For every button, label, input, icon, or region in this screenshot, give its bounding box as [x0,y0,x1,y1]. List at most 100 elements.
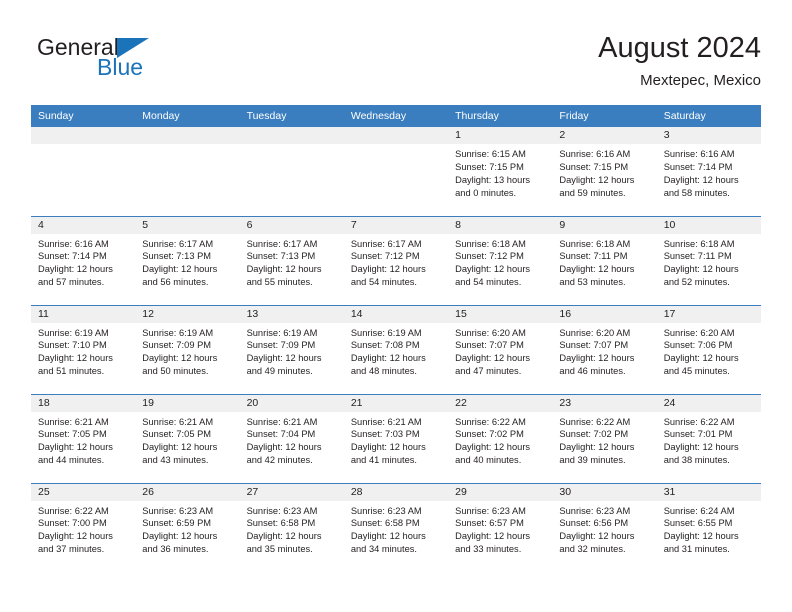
calendar-day-cell[interactable]: 6 Sunrise: 6:17 AM Sunset: 7:13 PM Dayli… [239,215,344,305]
daylight-text-line2: and 41 minutes. [350,455,417,466]
calendar-day-cell[interactable]: 2 Sunrise: 6:16 AM Sunset: 7:15 PM Dayli… [552,127,657,216]
daylight-text-line1: Daylight: 12 hours [142,264,218,275]
calendar-day-cell[interactable]: 20 Sunrise: 6:21 AM Sunset: 7:04 PM Dayl… [239,393,344,483]
sunrise-text: Sunrise: 6:22 AM [455,416,526,427]
day-details [239,144,344,148]
calendar-day-cell[interactable]: 4 Sunrise: 6:16 AM Sunset: 7:14 PM Dayli… [31,215,136,305]
calendar-day-cell[interactable]: 29 Sunrise: 6:23 AM Sunset: 6:57 PM Dayl… [448,482,553,572]
day-number: 23 [552,394,657,412]
daylight-text-line2: and 42 minutes. [246,455,313,466]
day-number: 27 [239,483,344,501]
calendar-day-cell[interactable]: 12 Sunrise: 6:19 AM Sunset: 7:09 PM Dayl… [135,304,240,394]
sunrise-text: Sunrise: 6:19 AM [246,327,318,338]
daylight-text-line1: Daylight: 12 hours [350,353,426,364]
daylight-text-line1: Daylight: 12 hours [663,353,739,364]
calendar-day-cell[interactable]: 15 Sunrise: 6:20 AM Sunset: 7:07 PM Dayl… [448,304,553,394]
day-number: 6 [239,216,344,234]
calendar-day-cell[interactable]: 3 Sunrise: 6:16 AM Sunset: 7:14 PM Dayli… [656,127,761,216]
day-details: Sunrise: 6:22 AM Sunset: 7:02 PM Dayligh… [552,412,656,468]
day-details: Sunrise: 6:20 AM Sunset: 7:06 PM Dayligh… [657,323,761,379]
calendar-day-cell[interactable] [31,127,136,216]
daylight-text-line1: Daylight: 12 hours [350,442,426,453]
sunrise-text: Sunrise: 6:24 AM [663,505,735,516]
daylight-text-line1: Daylight: 12 hours [559,442,635,453]
calendar-day-cell[interactable]: 17 Sunrise: 6:20 AM Sunset: 7:06 PM Dayl… [656,304,761,394]
calendar-day-cell[interactable]: 30 Sunrise: 6:23 AM Sunset: 6:56 PM Dayl… [552,482,657,572]
sunset-text: Sunset: 7:11 PM [663,251,732,262]
calendar-day-cell[interactable]: 16 Sunrise: 6:20 AM Sunset: 7:07 PM Dayl… [552,304,657,394]
sunset-text: Sunset: 7:00 PM [38,518,107,529]
calendar-day-cell[interactable]: 7 Sunrise: 6:17 AM Sunset: 7:12 PM Dayli… [343,215,449,305]
daylight-text-line2: and 45 minutes. [663,366,730,377]
calendar-day-cell[interactable]: 28 Sunrise: 6:23 AM Sunset: 6:58 PM Dayl… [343,482,449,572]
calendar-day-cell[interactable] [135,127,240,216]
daylight-text-line2: and 56 minutes. [142,277,209,288]
daylight-text-line2: and 43 minutes. [142,455,209,466]
sunset-text: Sunset: 7:06 PM [663,340,733,351]
sunrise-text: Sunrise: 6:17 AM [142,238,214,249]
weekday-header-thursday: Thursday [448,105,553,127]
day-number: 17 [656,305,761,323]
weekday-header-tuesday: Tuesday [239,105,344,127]
calendar-day-cell[interactable]: 13 Sunrise: 6:19 AM Sunset: 7:09 PM Dayl… [239,304,344,394]
calendar-day-cell[interactable] [343,127,449,216]
sunrise-text: Sunrise: 6:21 AM [350,416,422,427]
day-number: 29 [448,483,553,501]
day-details [343,144,449,148]
day-number: 30 [552,483,657,501]
calendar-day-cell[interactable]: 26 Sunrise: 6:23 AM Sunset: 6:59 PM Dayl… [135,482,240,572]
daylight-text-line1: Daylight: 12 hours [246,442,322,453]
calendar-day-cell[interactable]: 24 Sunrise: 6:22 AM Sunset: 7:01 PM Dayl… [656,393,761,483]
calendar-header-row: Sunday Monday Tuesday Wednesday Thursday… [31,105,761,127]
day-details: Sunrise: 6:22 AM Sunset: 7:01 PM Dayligh… [657,412,761,468]
daylight-text-line2: and 44 minutes. [38,455,105,466]
calendar-week-row: 1 Sunrise: 6:15 AM Sunset: 7:15 PM Dayli… [31,127,761,216]
daylight-text-line2: and 49 minutes. [246,366,313,377]
calendar-day-cell[interactable]: 31 Sunrise: 6:24 AM Sunset: 6:55 PM Dayl… [656,482,761,572]
calendar-day-cell[interactable] [239,127,344,216]
sunrise-text: Sunrise: 6:23 AM [246,505,318,516]
calendar-day-cell[interactable]: 10 Sunrise: 6:18 AM Sunset: 7:11 PM Dayl… [656,215,761,305]
day-number: 5 [135,216,240,234]
calendar-day-cell[interactable]: 1 Sunrise: 6:15 AM Sunset: 7:15 PM Dayli… [448,127,553,216]
calendar-day-cell[interactable]: 11 Sunrise: 6:19 AM Sunset: 7:10 PM Dayl… [31,304,136,394]
daylight-text-line1: Daylight: 12 hours [663,531,739,542]
calendar-day-cell[interactable]: 21 Sunrise: 6:21 AM Sunset: 7:03 PM Dayl… [343,393,449,483]
generalblue-logo[interactable]: General Blue [37,34,237,90]
daylight-text-line2: and 40 minutes. [455,455,522,466]
day-number: 25 [31,483,136,501]
sunset-text: Sunset: 6:56 PM [559,518,629,529]
calendar-body: 1 Sunrise: 6:15 AM Sunset: 7:15 PM Dayli… [31,127,761,572]
sunset-text: Sunset: 6:58 PM [246,518,316,529]
sunset-text: Sunset: 7:09 PM [142,340,212,351]
sunrise-text: Sunrise: 6:18 AM [455,238,526,249]
calendar-day-cell[interactable]: 22 Sunrise: 6:22 AM Sunset: 7:02 PM Dayl… [448,393,553,483]
day-number: 8 [448,216,553,234]
calendar-day-cell[interactable]: 19 Sunrise: 6:21 AM Sunset: 7:05 PM Dayl… [135,393,240,483]
daylight-text-line2: and 54 minutes. [455,277,522,288]
daylight-text-line1: Daylight: 12 hours [142,353,218,364]
sunset-text: Sunset: 7:14 PM [38,251,107,262]
daylight-text-line2: and 34 minutes. [350,544,417,555]
calendar-day-cell[interactable]: 8 Sunrise: 6:18 AM Sunset: 7:12 PM Dayli… [448,215,553,305]
daylight-text-line2: and 59 minutes. [559,187,626,198]
day-number: 7 [343,216,449,234]
sunset-text: Sunset: 6:59 PM [142,518,212,529]
calendar-day-cell[interactable]: 5 Sunrise: 6:17 AM Sunset: 7:13 PM Dayli… [135,215,240,305]
daylight-text-line1: Daylight: 12 hours [663,442,739,453]
calendar-day-cell[interactable]: 23 Sunrise: 6:22 AM Sunset: 7:02 PM Dayl… [552,393,657,483]
day-details: Sunrise: 6:17 AM Sunset: 7:13 PM Dayligh… [240,234,344,290]
calendar-day-cell[interactable]: 14 Sunrise: 6:19 AM Sunset: 7:08 PM Dayl… [343,304,449,394]
sunset-text: Sunset: 7:12 PM [455,251,524,262]
daylight-text-line1: Daylight: 12 hours [38,442,113,453]
calendar-day-cell[interactable]: 25 Sunrise: 6:22 AM Sunset: 7:00 PM Dayl… [31,482,136,572]
sunset-text: Sunset: 7:14 PM [663,161,733,172]
daylight-text-line1: Daylight: 12 hours [455,442,531,453]
sunrise-text: Sunrise: 6:18 AM [559,238,631,249]
calendar-day-cell[interactable]: 27 Sunrise: 6:23 AM Sunset: 6:58 PM Dayl… [239,482,344,572]
calendar-day-cell[interactable]: 18 Sunrise: 6:21 AM Sunset: 7:05 PM Dayl… [31,393,136,483]
sunset-text: Sunset: 7:10 PM [38,340,107,351]
sunrise-text: Sunrise: 6:21 AM [246,416,318,427]
day-details: Sunrise: 6:18 AM Sunset: 7:12 PM Dayligh… [448,234,552,290]
calendar-day-cell[interactable]: 9 Sunrise: 6:18 AM Sunset: 7:11 PM Dayli… [552,215,657,305]
